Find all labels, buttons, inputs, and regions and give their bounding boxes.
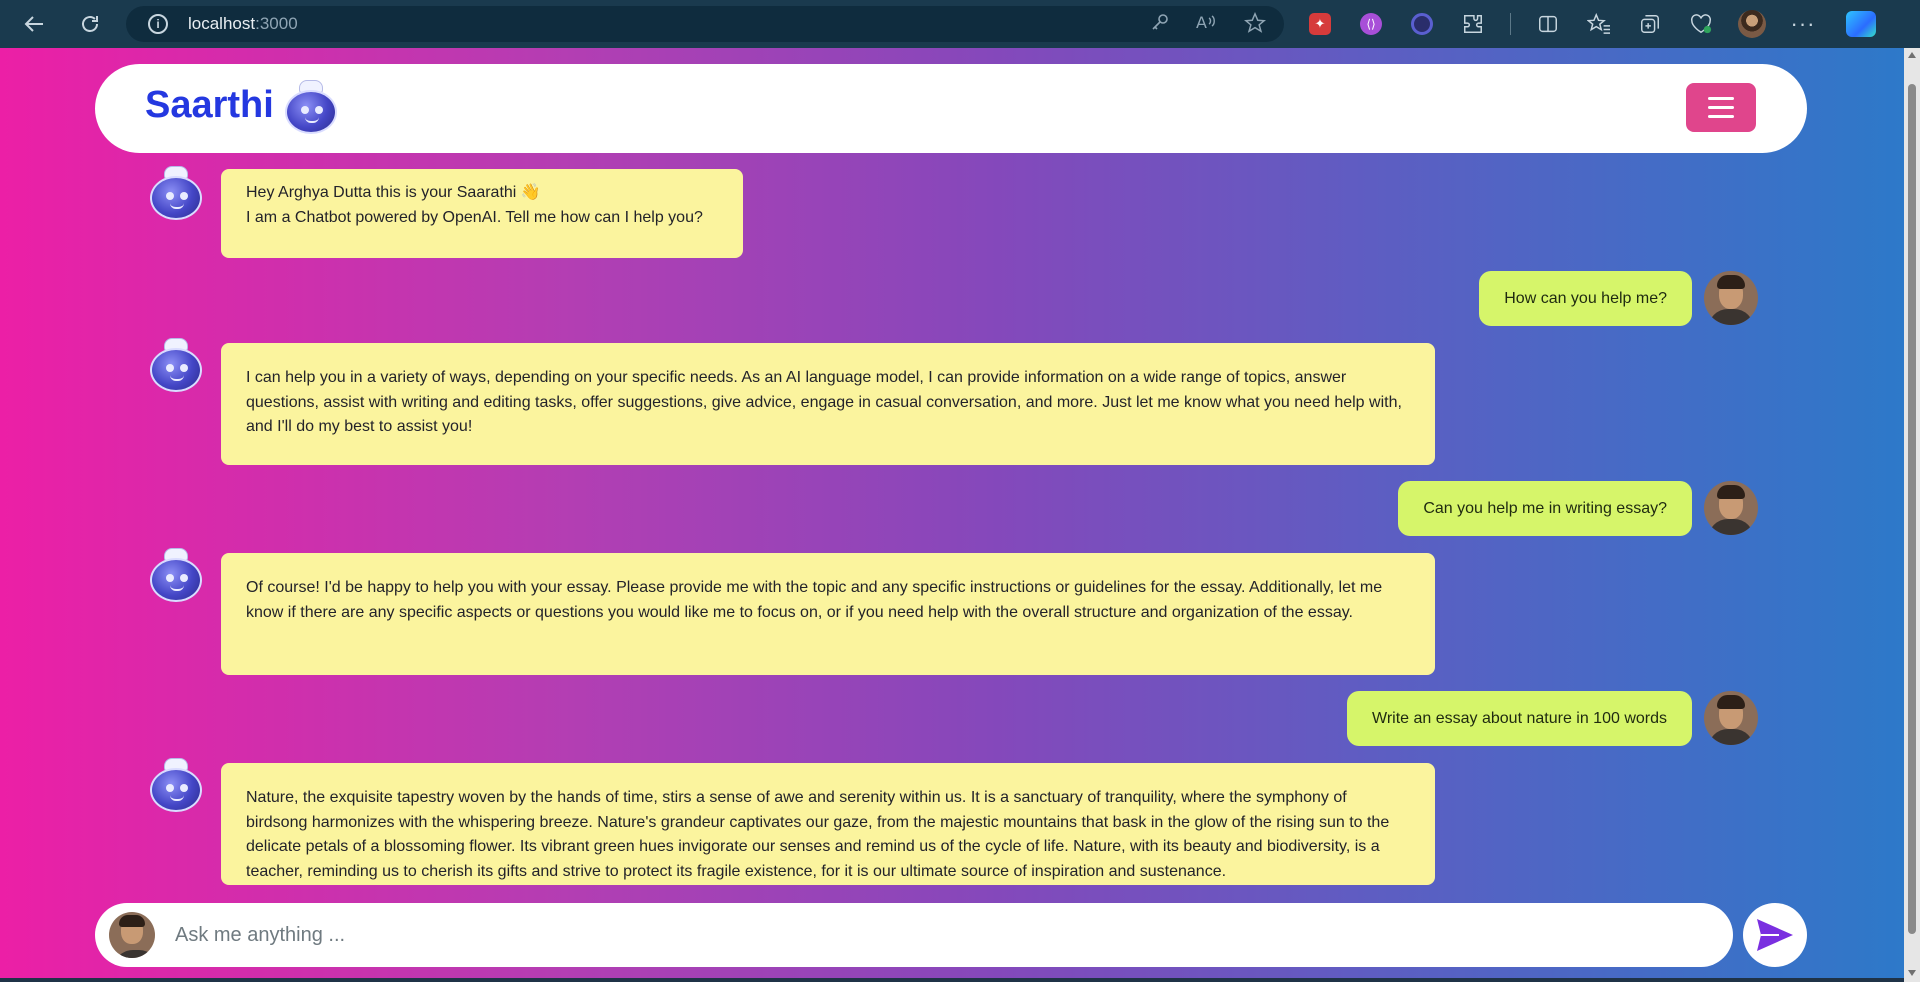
key-icon[interactable]	[1150, 12, 1170, 40]
hamburger-menu-icon[interactable]	[1686, 83, 1756, 132]
more-icon[interactable]: ···	[1789, 10, 1817, 38]
user-avatar	[1704, 271, 1758, 325]
favorites-icon[interactable]	[1585, 10, 1613, 38]
user-message: Can you help me in writing essay?	[1398, 481, 1692, 536]
bot-avatar	[148, 758, 204, 814]
message-line: I am a Chatbot powered by OpenAI. Tell m…	[246, 208, 703, 226]
message-text: I can help you in a variety of ways, dep…	[246, 369, 1402, 435]
url-host: localhost	[188, 14, 256, 33]
scroll-up-icon[interactable]	[1908, 52, 1916, 58]
scroll-thumb[interactable]	[1908, 84, 1916, 934]
extensions-puzzle-icon[interactable]	[1459, 10, 1487, 38]
scroll-down-icon[interactable]	[1908, 970, 1916, 976]
favorite-star-icon[interactable]	[1243, 11, 1267, 40]
toolbar-divider	[1510, 13, 1511, 35]
robot-icon	[283, 80, 339, 136]
bot-avatar	[148, 166, 204, 222]
browser-essentials-icon[interactable]	[1687, 10, 1715, 38]
user-avatar	[1704, 691, 1758, 745]
message-text: Nature, the exquisite tapestry woven by …	[246, 789, 1390, 880]
app-header: Saarthi	[95, 64, 1807, 153]
message-line: Hey Arghya Dutta this is your Saarathi 👋	[246, 184, 541, 201]
bot-message: I can help you in a variety of ways, dep…	[221, 343, 1435, 465]
chat-page: Saarthi Hey Arghya Dutta this is your Sa…	[0, 48, 1904, 978]
address-bar[interactable]: i localhost:3000 A	[126, 6, 1284, 42]
user-message: How can you help me?	[1479, 271, 1692, 326]
brand-title: Saarthi	[145, 84, 274, 126]
bot-message: Nature, the exquisite tapestry woven by …	[221, 763, 1435, 885]
user-avatar	[1704, 481, 1758, 535]
profile-avatar-icon[interactable]	[1738, 10, 1766, 38]
send-icon[interactable]	[1743, 903, 1807, 967]
message-text: Of course! I'd be happy to help you with…	[246, 579, 1383, 621]
page-scrollbar[interactable]	[1904, 48, 1920, 982]
extension-red-icon[interactable]: ✦	[1306, 10, 1334, 38]
read-aloud-icon[interactable]: A	[1196, 12, 1218, 40]
url-port: :3000	[255, 14, 298, 33]
chat-input[interactable]	[175, 915, 1695, 955]
collections-icon[interactable]	[1636, 10, 1664, 38]
extension-purple-icon[interactable]: ⟨⟩	[1357, 10, 1385, 38]
copilot-icon[interactable]	[1846, 11, 1876, 37]
back-arrow-icon[interactable]	[14, 4, 54, 44]
chat-input-bar	[95, 903, 1733, 967]
bot-avatar	[148, 548, 204, 604]
svg-text:A: A	[1196, 13, 1207, 32]
split-screen-icon[interactable]	[1534, 10, 1562, 38]
user-message: Write an essay about nature in 100 words	[1347, 691, 1692, 746]
browser-toolbar: i localhost:3000 A ✦ ⟨⟩ ···	[0, 0, 1920, 48]
extension-dark-icon[interactable]	[1408, 10, 1436, 38]
bot-message: Of course! I'd be happy to help you with…	[221, 553, 1435, 675]
user-avatar	[109, 912, 155, 958]
info-icon[interactable]: i	[148, 14, 168, 34]
reload-icon[interactable]	[70, 4, 110, 44]
bot-message: Hey Arghya Dutta this is your Saarathi 👋…	[221, 169, 743, 258]
bot-avatar	[148, 338, 204, 394]
